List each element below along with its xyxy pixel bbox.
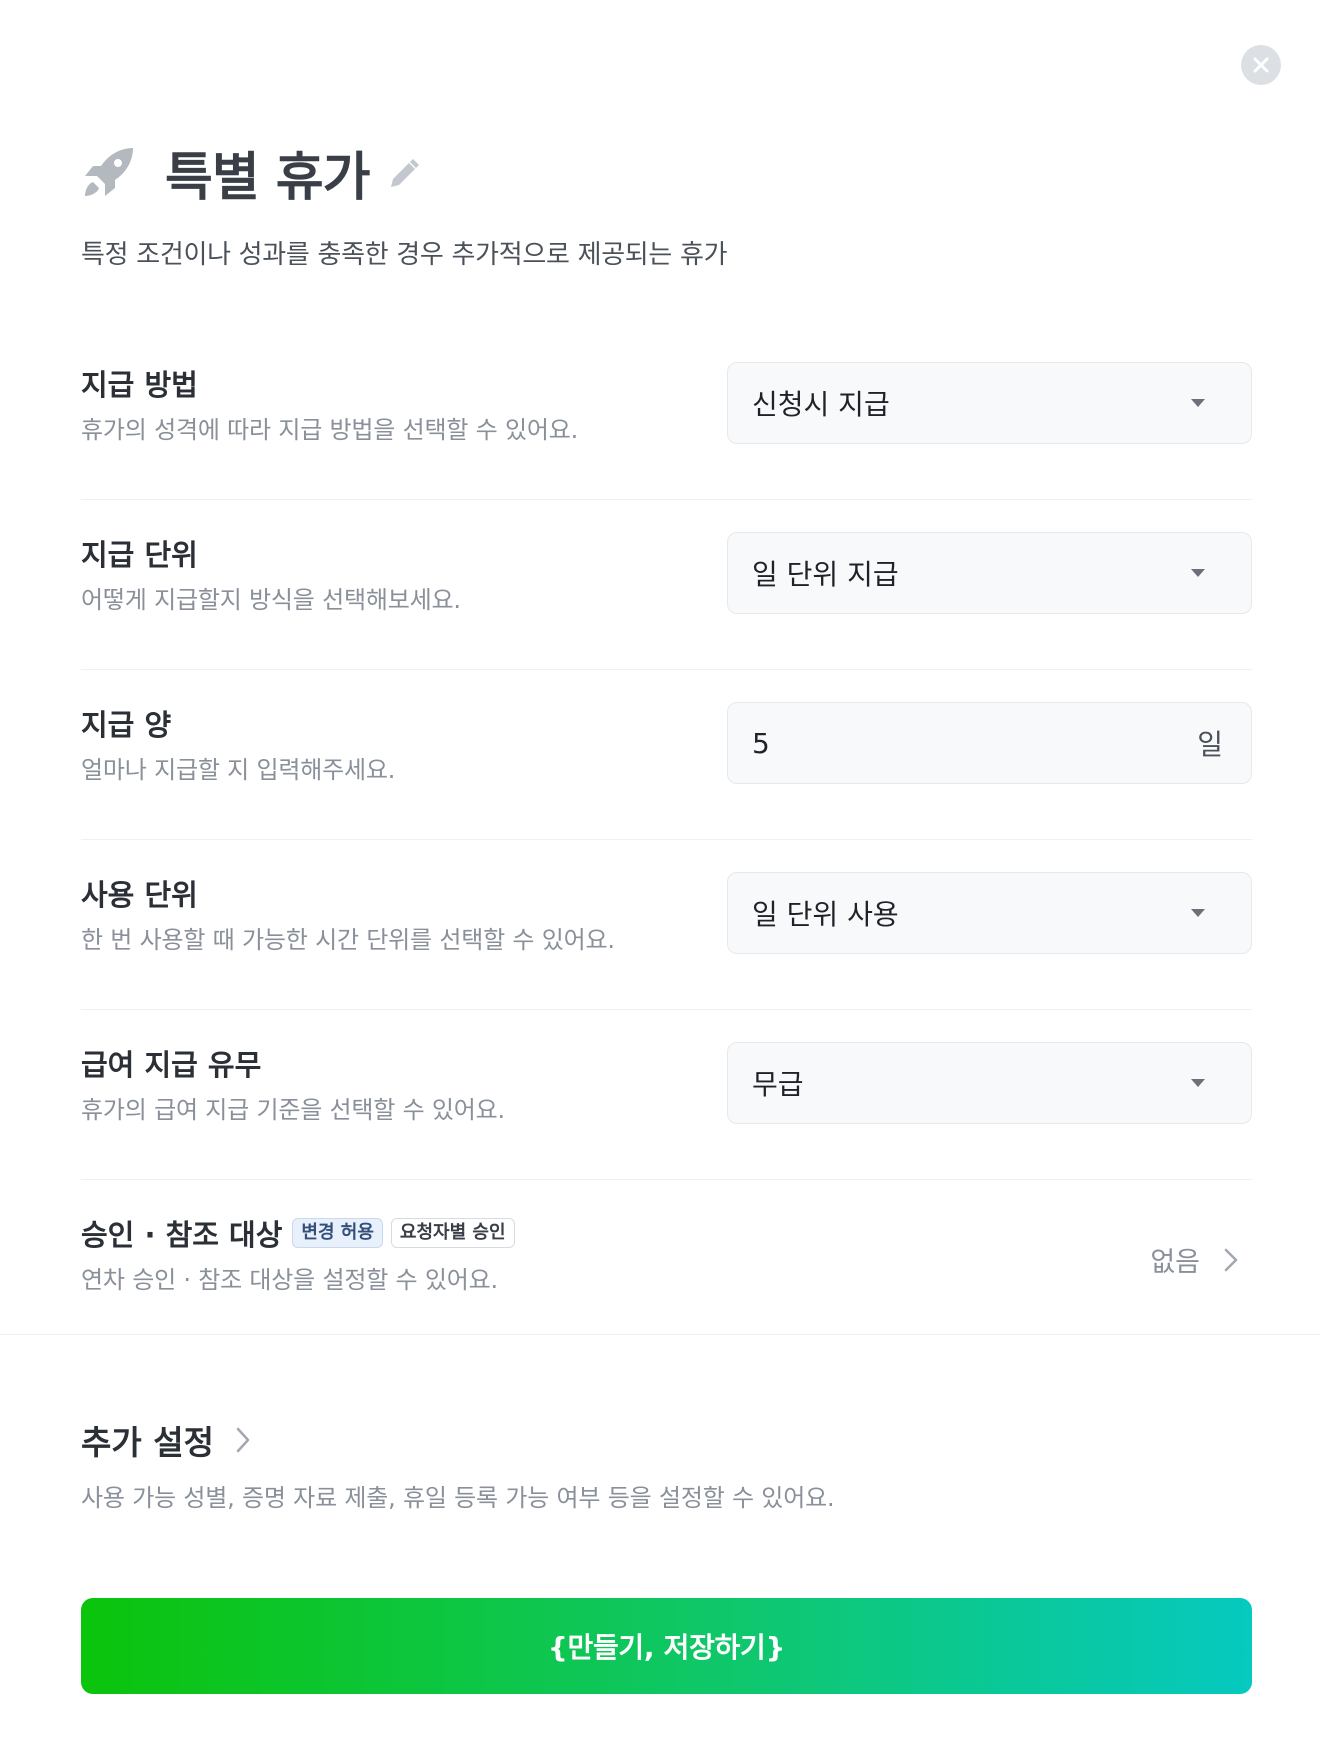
- setting-description: 어떻게 지급할지 방식을 선택해보세요.: [81, 586, 461, 614]
- caret-down-icon: [1191, 909, 1205, 917]
- select-value: 신청시 지급: [752, 388, 890, 421]
- approval-label: 승인 · 참조 대상: [81, 1218, 283, 1252]
- chevron-right-icon: [236, 1427, 250, 1453]
- caret-down-icon: [1191, 1079, 1205, 1087]
- section-divider: [0, 1334, 1320, 1335]
- paid-status-select[interactable]: 무급: [727, 1042, 1252, 1124]
- settings-list: 지급 방법 휴가의 성격에 따라 지급 방법을 선택할 수 있어요. 신청시 지…: [81, 330, 1252, 1350]
- setting-description: 휴가의 성격에 따라 지급 방법을 선택할 수 있어요.: [81, 416, 579, 444]
- setting-description: 휴가의 급여 지급 기준을 선택할 수 있어요.: [81, 1096, 505, 1124]
- setting-row-payment-amount: 지급 양 얼마나 지급할 지 입력해주세요. 5 일: [81, 670, 1252, 840]
- setting-label: 지급 양: [81, 708, 172, 742]
- approval-link[interactable]: 없음: [1150, 1240, 1238, 1279]
- page-title: 특별 휴가: [165, 147, 370, 208]
- setting-row-approval[interactable]: 승인 · 참조 대상 변경 허용 요청자별 승인 연차 승인 · 참조 대상을 …: [81, 1180, 1252, 1350]
- select-value: 일 단위 사용: [752, 898, 899, 931]
- select-value: 무급: [752, 1068, 804, 1101]
- setting-label: 사용 단위: [81, 878, 198, 912]
- submit-button[interactable]: {만들기, 저장하기}: [81, 1598, 1252, 1694]
- setting-description: 얼마나 지급할 지 입력해주세요.: [81, 756, 396, 784]
- caret-down-icon: [1191, 569, 1205, 577]
- rocket-icon: [85, 148, 133, 196]
- close-icon: [1253, 57, 1269, 73]
- payment-amount-input[interactable]: 5 일: [727, 702, 1252, 784]
- unit-label: 일: [1197, 728, 1223, 761]
- payment-method-select[interactable]: 신청시 지급: [727, 362, 1252, 444]
- setting-label: 지급 방법: [81, 368, 198, 402]
- setting-row-payment-unit: 지급 단위 어떻게 지급할지 방식을 선택해보세요. 일 단위 지급: [81, 500, 1252, 670]
- approval-value: 없음: [1150, 1247, 1200, 1278]
- input-value: 5: [752, 726, 770, 760]
- section-title: 추가 설정: [81, 1423, 214, 1462]
- caret-down-icon: [1191, 399, 1205, 407]
- setting-label: 지급 단위: [81, 538, 198, 572]
- setting-description: 한 번 사용할 때 가능한 시간 단위를 선택할 수 있어요.: [81, 926, 615, 954]
- setting-row-payment-method: 지급 방법 휴가의 성격에 따라 지급 방법을 선택할 수 있어요. 신청시 지…: [81, 330, 1252, 500]
- submit-label: {만들기, 저장하기}: [547, 1631, 786, 1664]
- title-row: 특별 휴가: [81, 136, 423, 208]
- status-badge: 변경 허용: [292, 1218, 383, 1248]
- setting-row-paid-status: 급여 지급 유무 휴가의 급여 지급 기준을 선택할 수 있어요. 무급: [81, 1010, 1252, 1180]
- status-badge: 요청자별 승인: [390, 1218, 515, 1248]
- setting-description: 연차 승인 · 참조 대상을 설정할 수 있어요.: [81, 1266, 498, 1294]
- section-description: 사용 가능 성별, 증명 자료 제출, 휴일 등록 가능 여부 등을 설정할 수…: [81, 1484, 835, 1512]
- pencil-icon[interactable]: [383, 155, 423, 195]
- setting-row-usage-unit: 사용 단위 한 번 사용할 때 가능한 시간 단위를 선택할 수 있어요. 일 …: [81, 840, 1252, 1010]
- leave-type-modal: 특별 휴가 특정 조건이나 성과를 충족한 경우 추가적으로 제공되는 휴가 지…: [0, 0, 1320, 1762]
- setting-label: 급여 지급 유무: [81, 1048, 262, 1082]
- chevron-right-icon: [1224, 1248, 1238, 1271]
- page-description: 특정 조건이나 성과를 충족한 경우 추가적으로 제공되는 휴가: [81, 240, 728, 270]
- close-button[interactable]: [1241, 45, 1281, 85]
- setting-label: 승인 · 참조 대상 변경 허용 요청자별 승인: [81, 1212, 515, 1254]
- usage-unit-select[interactable]: 일 단위 사용: [727, 872, 1252, 954]
- select-value: 일 단위 지급: [752, 558, 899, 591]
- payment-unit-select[interactable]: 일 단위 지급: [727, 532, 1252, 614]
- extra-settings-link[interactable]: 추가 설정: [81, 1416, 250, 1464]
